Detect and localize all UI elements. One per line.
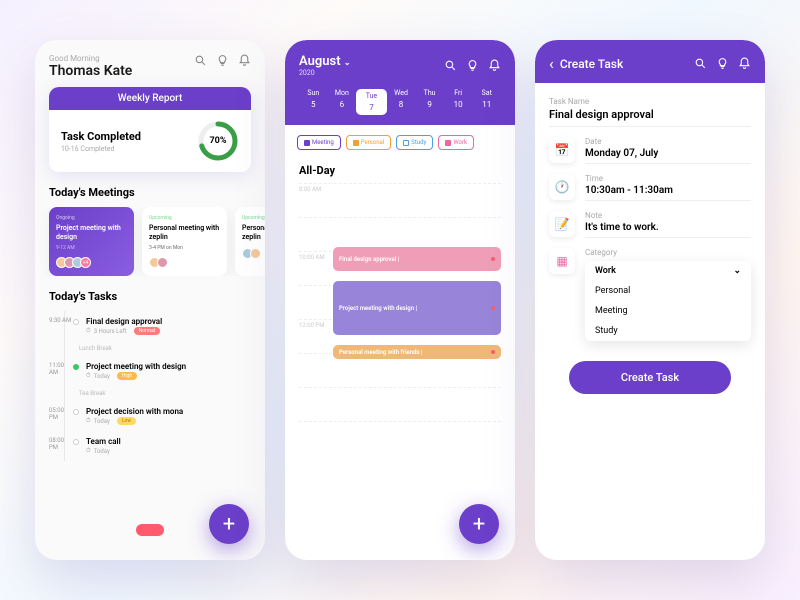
day-cell[interactable]: Tue7 <box>356 89 387 115</box>
task-row[interactable]: 11:00 AM Project meeting with design⏱Tod… <box>49 356 251 386</box>
report-title: Task Completed <box>61 130 141 143</box>
day-cell[interactable]: Mon6 <box>328 89 357 115</box>
task-form: Task Name Final design approval 📅 Date M… <box>535 83 765 408</box>
category-filters: Meeting Personal Study Work <box>285 125 515 160</box>
category-chip[interactable]: Work <box>438 135 474 150</box>
category-chip[interactable]: Study <box>396 135 433 150</box>
bell-icon[interactable] <box>488 59 501 72</box>
date-input[interactable]: Monday 07, July <box>585 148 751 164</box>
toggle-pill[interactable] <box>136 524 164 536</box>
home-header: Good Morning Thomas Kate <box>35 40 265 87</box>
note-input[interactable]: It's time to work. <box>585 222 751 238</box>
weekly-report-card[interactable]: Weekly Report Task Completed 10-16 Compl… <box>49 87 251 172</box>
back-button[interactable]: ‹ Create Task <box>549 54 623 73</box>
dropdown-option[interactable]: Work⌄ <box>585 261 751 281</box>
meetings-title: Today's Meetings <box>49 186 251 199</box>
bell-icon[interactable] <box>238 54 251 67</box>
allday-label: All-Day <box>285 160 515 183</box>
calendar-event[interactable]: Project meeting with design | <box>333 281 501 335</box>
add-event-button[interactable]: + <box>459 504 499 544</box>
meeting-card[interactable]: Upcoming Personal meeting with zeplin 3-… <box>142 207 227 276</box>
progress-donut: 70% <box>197 120 239 162</box>
search-icon[interactable] <box>694 57 707 70</box>
bulb-icon[interactable] <box>716 57 729 70</box>
bulb-icon[interactable] <box>466 59 479 72</box>
task-row[interactable]: 9:30 AM Final design approval⏱3 Hours Le… <box>49 311 251 341</box>
search-icon[interactable] <box>444 59 457 72</box>
dropdown-option[interactable]: Personal <box>585 281 751 301</box>
calendar-icon: 📅 <box>549 137 575 163</box>
add-button[interactable]: + <box>209 504 249 544</box>
tasks-title: Today's Tasks <box>49 290 251 303</box>
clock-icon: 🕐 <box>549 174 575 200</box>
task-name-label: Task Name <box>549 97 751 106</box>
report-subtitle: 10-16 Completed <box>61 145 141 153</box>
time-input[interactable]: 10:30am - 11:30am <box>585 185 751 201</box>
time-slot <box>299 217 501 251</box>
report-header: Weekly Report <box>49 87 251 110</box>
break-label: Tea Break <box>79 390 251 397</box>
greeting: Good Morning <box>49 54 132 63</box>
month-picker[interactable]: August ⌄ <box>299 54 351 69</box>
tasks-list: 9:30 AM Final design approval⏱3 Hours Le… <box>35 311 265 461</box>
chevron-down-icon: ⌄ <box>733 266 741 276</box>
meeting-card[interactable]: Ongoing Project meeting with design 9-12… <box>49 207 134 276</box>
day-cell[interactable]: Sat11 <box>472 89 501 115</box>
week-strip: Sun5Mon6Tue7Wed8Thu9Fri10Sat11 <box>299 89 501 115</box>
chevron-left-icon: ‹ <box>549 54 554 73</box>
home-screen: Good Morning Thomas Kate Weekly Report T… <box>35 40 265 560</box>
bell-icon[interactable] <box>738 57 751 70</box>
meeting-card[interactable]: Upcoming Personal meeting with zeplin <box>235 207 265 276</box>
time-slot: 8:00 AM <box>299 183 501 217</box>
category-chip[interactable]: Personal <box>346 135 392 150</box>
category-dropdown[interactable]: Work⌄PersonalMeetingStudy <box>585 261 751 341</box>
day-cell[interactable]: Fri10 <box>444 89 473 115</box>
form-header: ‹ Create Task <box>535 40 765 83</box>
task-row[interactable]: 05:00 PM Project decision with mona⏱Toda… <box>49 401 251 431</box>
task-row[interactable]: 08:00 PM Team call⏱Today <box>49 431 251 461</box>
search-icon[interactable] <box>194 54 207 67</box>
category-icon: ▦ <box>549 248 575 274</box>
calendar-screen: August ⌄ 2020 Sun5Mon6Tue7Wed8Thu9Fri10S… <box>285 40 515 560</box>
create-task-screen: ‹ Create Task Task Name Final design app… <box>535 40 765 560</box>
time-slot <box>299 387 501 421</box>
time-slot <box>299 421 501 455</box>
meetings-list: Ongoing Project meeting with design 9-12… <box>35 207 265 276</box>
day-cell[interactable]: Wed8 <box>387 89 416 115</box>
task-name-input[interactable]: Final design approval <box>549 108 751 127</box>
day-cell[interactable]: Thu9 <box>415 89 444 115</box>
dropdown-option[interactable]: Study <box>585 321 751 341</box>
break-label: Lunch Break <box>79 345 251 352</box>
create-task-button[interactable]: Create Task <box>569 361 731 394</box>
category-chip[interactable]: Meeting <box>297 135 341 150</box>
calendar-event[interactable]: Personal meeting with friends | <box>333 345 501 359</box>
day-cell[interactable]: Sun5 <box>299 89 328 115</box>
calendar-header: August ⌄ 2020 Sun5Mon6Tue7Wed8Thu9Fri10S… <box>285 40 515 125</box>
note-icon: 📝 <box>549 211 575 237</box>
username: Thomas Kate <box>49 63 132 79</box>
calendar-event[interactable]: Final design approval | <box>333 247 501 271</box>
dropdown-option[interactable]: Meeting <box>585 301 751 321</box>
bulb-icon[interactable] <box>216 54 229 67</box>
